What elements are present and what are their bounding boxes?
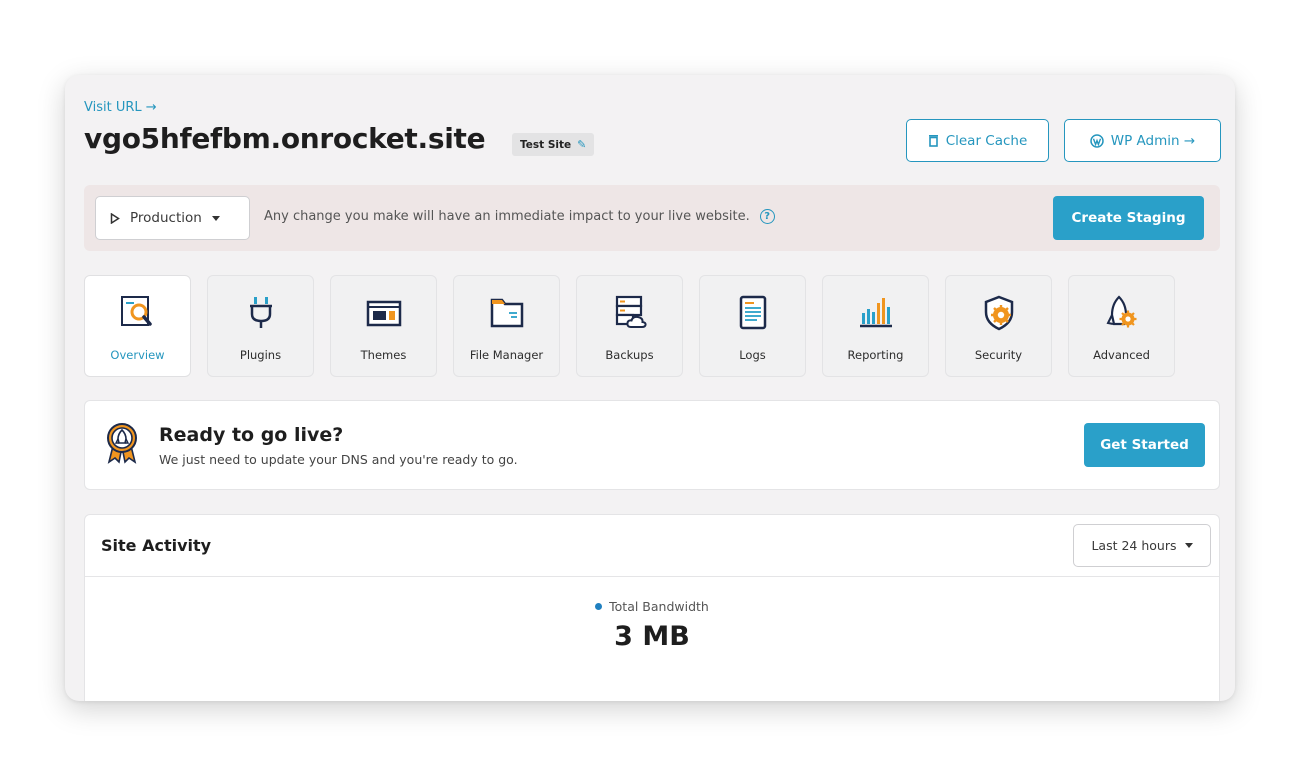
tab-label: Reporting: [847, 348, 904, 362]
go-live-banner: Ready to go live? We just need to update…: [84, 400, 1220, 490]
tab-logs[interactable]: Logs: [699, 275, 806, 377]
legend-dot-icon: [595, 603, 603, 610]
bandwidth-value: 3 MB: [614, 621, 690, 652]
site-title: vgo5hfefbm.onrocket.site: [84, 122, 486, 155]
rocket-gear-icon: [1106, 295, 1136, 328]
site-tabs: Overview Plugins Themes File Manager Bac…: [84, 275, 1175, 377]
rocket-badge-icon: [107, 423, 137, 464]
tab-advanced[interactable]: Advanced: [1068, 275, 1175, 377]
bar-chart-icon: [859, 298, 892, 328]
site-dashboard-card: Visit URL → vgo5hfefbm.onrocket.site Tes…: [65, 75, 1235, 701]
play-icon: [110, 212, 120, 224]
badge-label: Test Site: [520, 138, 572, 151]
tab-overview[interactable]: Overview: [84, 275, 191, 377]
tab-file-manager[interactable]: File Manager: [453, 275, 560, 377]
tab-reporting[interactable]: Reporting: [822, 275, 929, 377]
site-activity-header: Site Activity Last 24 hours: [85, 515, 1219, 577]
go-live-subtitle: We just need to update your DNS and you'…: [159, 452, 518, 467]
bandwidth-legend: Total Bandwidth: [85, 599, 1219, 614]
tab-themes[interactable]: Themes: [330, 275, 437, 377]
wordpress-icon: [1090, 133, 1104, 148]
backups-icon: [615, 295, 647, 328]
overview-icon: [120, 296, 152, 326]
clear-cache-button[interactable]: Clear Cache: [906, 119, 1049, 162]
clear-cache-label: Clear Cache: [945, 132, 1028, 149]
tab-label: Logs: [739, 348, 766, 362]
go-live-title: Ready to go live?: [159, 424, 344, 446]
shield-gear-icon: [984, 295, 1013, 331]
get-started-button[interactable]: Get Started: [1084, 423, 1205, 467]
environment-value: Production: [130, 210, 202, 226]
environment-message-text: Any change you make will have an immedia…: [264, 209, 750, 224]
trash-icon: [928, 135, 938, 147]
test-site-badge[interactable]: Test Site ✎: [512, 133, 595, 156]
tab-label: Backups: [605, 348, 654, 362]
tab-label: File Manager: [469, 348, 544, 362]
wp-admin-button[interactable]: WP Admin →: [1064, 119, 1221, 162]
chevron-down-icon: [211, 215, 220, 221]
tab-security[interactable]: Security: [945, 275, 1052, 377]
legend-label: Total Bandwidth: [609, 599, 709, 614]
logs-icon: [739, 295, 766, 330]
plug-icon: [249, 297, 272, 328]
time-range-value: Last 24 hours: [1091, 538, 1177, 553]
tab-label: Themes: [360, 348, 407, 362]
folder-icon: [490, 298, 523, 328]
tab-plugins[interactable]: Plugins: [207, 275, 314, 377]
tab-backups[interactable]: Backups: [576, 275, 683, 377]
environment-bar: Production Any change you make will have…: [84, 185, 1220, 251]
help-icon[interactable]: ?: [759, 209, 775, 224]
tab-label: Security: [974, 348, 1023, 362]
environment-message: Any change you make will have an immedia…: [264, 209, 775, 224]
create-staging-button[interactable]: Create Staging: [1053, 196, 1204, 240]
tab-label: Plugins: [239, 348, 282, 362]
chevron-down-icon: [1184, 543, 1193, 548]
site-activity-title: Site Activity: [101, 536, 212, 555]
themes-icon: [366, 300, 401, 327]
tab-label: Advanced: [1093, 348, 1150, 362]
pencil-icon[interactable]: ✎: [577, 138, 586, 151]
wp-admin-label: WP Admin →: [1110, 132, 1196, 149]
visit-url-link[interactable]: Visit URL →: [84, 100, 157, 115]
environment-select[interactable]: Production: [95, 196, 250, 240]
site-activity-panel: Site Activity Last 24 hours Total Bandwi…: [84, 514, 1220, 701]
time-range-select[interactable]: Last 24 hours: [1073, 524, 1211, 567]
tab-label: Overview: [110, 348, 165, 362]
